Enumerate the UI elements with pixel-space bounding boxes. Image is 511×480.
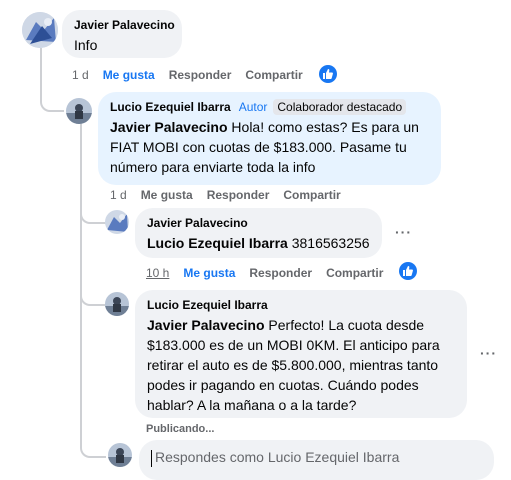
more-options-icon[interactable]: ···: [395, 224, 412, 240]
reply-button[interactable]: Responder: [169, 67, 232, 83]
like-button[interactable]: Me gusta: [183, 265, 235, 281]
comment-bubble: Javier Palavecino Lucio Ezequiel Ibarra …: [135, 208, 382, 258]
avatar[interactable]: [22, 12, 58, 48]
thread-line: [80, 124, 82, 384]
avatar[interactable]: [105, 210, 129, 234]
thread-connector: [80, 280, 106, 306]
comment-bubble: Lucio Ezequiel Ibarra Javier Palavecino …: [135, 290, 467, 418]
comment-author-row: Lucio Ezequiel Ibarra Autor Colaborador de…: [110, 99, 429, 115]
comment-time[interactable]: 10 h: [146, 265, 169, 281]
text-caret: [151, 449, 152, 467]
comment-bubble: Javier Palavecino Info: [62, 10, 182, 58]
comment-message: 3816563256: [287, 235, 370, 251]
thread-line: [40, 48, 42, 90]
publishing-status: Publicando...: [146, 423, 215, 435]
comment-author[interactable]: Javier Palavecino: [147, 215, 370, 231]
share-button[interactable]: Compartir: [326, 265, 383, 281]
like-icon[interactable]: [319, 65, 337, 83]
like-button[interactable]: Me gusta: [103, 67, 155, 83]
share-button[interactable]: Compartir: [245, 67, 302, 83]
comment-actions: 1 d Me gusta Responder Compartir: [110, 187, 355, 203]
contributor-badge: Colaborador destacado: [273, 99, 407, 115]
more-options-icon[interactable]: ···: [480, 345, 497, 361]
comment-time[interactable]: 1 d: [72, 67, 89, 83]
comment-author[interactable]: Lucio Ezequiel Ibarra: [147, 297, 455, 313]
comment-actions: 1 d Me gusta Responder Compartir: [72, 67, 317, 83]
avatar[interactable]: [108, 443, 132, 467]
mention-link[interactable]: Lucio Ezequiel Ibarra: [147, 235, 288, 251]
comment-text: Javier Palavecino Hola! como estas? Es p…: [110, 117, 429, 177]
comment-author[interactable]: Javier Palavecino: [74, 17, 175, 33]
like-button[interactable]: Me gusta: [141, 187, 193, 203]
reply-input[interactable]: Respondes como Lucio Ezequiel Ibarra: [139, 440, 494, 480]
reply-button[interactable]: Responder: [249, 265, 312, 281]
avatar[interactable]: [105, 292, 129, 316]
share-button[interactable]: Compartir: [283, 187, 340, 203]
like-icon[interactable]: [399, 262, 417, 280]
author-tag: Autor: [238, 100, 268, 114]
comment-author[interactable]: Lucio Ezequiel Ibarra: [110, 100, 231, 114]
comment-time[interactable]: 1 d: [110, 187, 127, 203]
comment-actions: 10 h Me gusta Responder Compartir: [146, 265, 397, 281]
comment-bubble: Lucio Ezequiel Ibarra Autor Colaborador de…: [98, 92, 441, 185]
mention-link[interactable]: Javier Palavecino: [110, 119, 228, 135]
comment-text: Info: [74, 37, 98, 53]
thread-connector: [80, 198, 106, 224]
reply-button[interactable]: Responder: [207, 187, 270, 203]
thread-connector: [40, 86, 64, 112]
reply-placeholder: Respondes como Lucio Ezequiel Ibarra: [155, 449, 400, 465]
mention-link[interactable]: Javier Palavecino: [147, 317, 265, 333]
thread-connector: [80, 432, 106, 458]
comment-text: Javier Palavecino Perfecto! La cuota des…: [147, 315, 455, 415]
avatar[interactable]: [66, 98, 92, 124]
comment-text: Lucio Ezequiel Ibarra 3816563256: [147, 233, 370, 253]
